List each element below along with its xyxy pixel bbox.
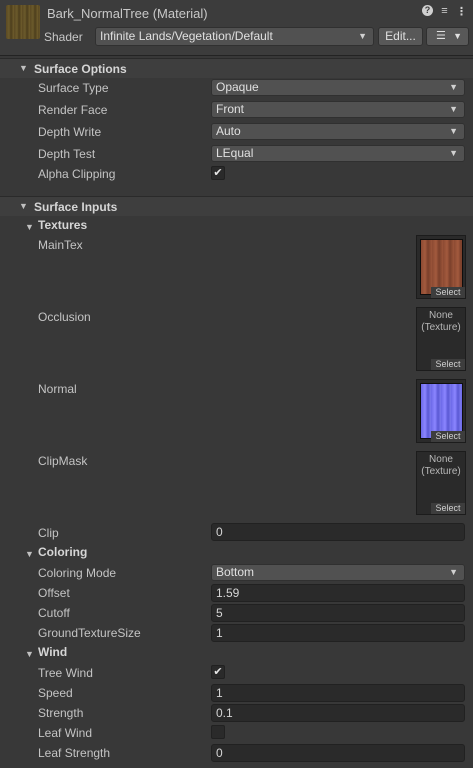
select-texture-button[interactable]: Select <box>431 431 465 442</box>
speed-label: Speed <box>38 686 73 700</box>
clip-field[interactable]: 0 <box>211 523 465 541</box>
cutoff-field[interactable]: 5 <box>211 604 465 622</box>
normal-label: Normal <box>38 382 77 396</box>
section-title: Surface Inputs <box>34 200 118 214</box>
none-text: None <box>429 454 453 465</box>
render-face-label: Render Face <box>38 103 108 117</box>
settings-icon[interactable]: ≡ <box>439 5 450 18</box>
surface-type-label: Surface Type <box>38 81 109 95</box>
select-texture-button[interactable]: Select <box>431 503 465 514</box>
foldout-triangle-icon: ▼ <box>25 649 34 659</box>
ground-texture-size-field[interactable]: 1 <box>211 624 465 642</box>
chevron-down-icon: ▼ <box>453 31 462 41</box>
leaf-strength-field[interactable]: 0 <box>211 744 465 762</box>
normal-slot[interactable]: Select <box>416 379 466 443</box>
depth-test-label: Depth Test <box>38 147 96 161</box>
depth-test-dropdown[interactable]: LEqual ▼ <box>211 145 465 162</box>
occlusion-label: Occlusion <box>38 310 91 324</box>
texture-type-text: (Texture) <box>421 322 461 333</box>
chevron-down-icon: ▼ <box>449 567 458 577</box>
clipmask-label: ClipMask <box>38 454 88 468</box>
offset-label: Offset <box>38 586 70 600</box>
alpha-clipping-label: Alpha Clipping <box>38 167 116 181</box>
ground-texture-size-label: GroundTextureSize <box>38 626 141 640</box>
foldout-triangle-icon: ▼ <box>25 222 34 232</box>
material-preview-icon <box>6 5 40 39</box>
chevron-down-icon: ▼ <box>449 82 458 92</box>
depth-test-value: LEqual <box>216 146 254 160</box>
coloring-mode-dropdown[interactable]: Bottom ▼ <box>211 564 465 581</box>
chevron-down-icon: ▼ <box>449 126 458 136</box>
foldout-triangle-icon: ▼ <box>25 549 34 559</box>
strength-field[interactable]: 0.1 <box>211 704 465 722</box>
strength-label: Strength <box>38 706 84 720</box>
subsection-title: Textures <box>38 218 88 232</box>
depth-write-value: Auto <box>216 124 241 138</box>
shader-label: Shader <box>44 30 83 44</box>
shader-value: Infinite Lands/Vegetation/Default <box>100 29 273 43</box>
material-header: Bark_NormalTree (Material) ? ≡ ⋮ Shader … <box>0 0 473 56</box>
speed-field[interactable]: 1 <box>211 684 465 702</box>
clip-label: Clip <box>38 526 59 540</box>
chevron-down-icon: ▼ <box>358 31 367 41</box>
render-face-value: Front <box>216 102 245 116</box>
alpha-clipping-checkbox[interactable]: ✔ <box>211 166 225 180</box>
depth-write-label: Depth Write <box>38 125 102 139</box>
cutoff-label: Cutoff <box>38 606 70 620</box>
leaf-strength-label: Leaf Strength <box>38 746 111 760</box>
leaf-wind-label: Leaf Wind <box>38 726 93 740</box>
chevron-down-icon: ▼ <box>449 104 458 114</box>
shader-menu-button[interactable]: ☰ ▼ <box>426 27 469 46</box>
tree-wind-checkbox[interactable]: ✔ <box>211 665 225 679</box>
render-face-dropdown[interactable]: Front ▼ <box>211 101 465 118</box>
edit-shader-button[interactable]: Edit... <box>378 27 423 46</box>
section-surface-options[interactable]: ▼ Surface Options <box>0 58 473 78</box>
material-title: Bark_NormalTree (Material) <box>47 6 208 21</box>
depth-write-dropdown[interactable]: Auto ▼ <box>211 123 465 140</box>
surface-type-value: Opaque <box>216 80 259 94</box>
foldout-triangle-icon: ▼ <box>19 201 28 211</box>
coloring-mode-label: Coloring Mode <box>38 566 117 580</box>
foldout-triangle-icon: ▼ <box>19 63 28 73</box>
subsection-title: Wind <box>38 645 68 659</box>
section-surface-inputs[interactable]: ▼ Surface Inputs <box>0 196 473 216</box>
header-icons: ? ≡ ⋮ <box>422 5 467 18</box>
list-icon: ☰ <box>436 30 446 42</box>
surface-type-dropdown[interactable]: Opaque ▼ <box>211 79 465 96</box>
maintex-label: MainTex <box>38 238 83 252</box>
shader-dropdown[interactable]: Infinite Lands/Vegetation/Default ▼ <box>95 27 374 46</box>
more-options-icon[interactable]: ⋮ <box>456 5 467 18</box>
subsection-title: Coloring <box>38 545 88 559</box>
select-texture-button[interactable]: Select <box>431 287 465 298</box>
empty-texture-text: None (Texture) <box>417 310 465 334</box>
texture-type-text: (Texture) <box>421 466 461 477</box>
chevron-down-icon: ▼ <box>449 148 458 158</box>
clipmask-slot[interactable]: None (Texture) Select <box>416 451 466 515</box>
section-title: Surface Options <box>34 62 127 76</box>
none-text: None <box>429 310 453 321</box>
offset-field[interactable]: 1.59 <box>211 584 465 602</box>
coloring-mode-value: Bottom <box>216 565 255 579</box>
select-texture-button[interactable]: Select <box>431 359 465 370</box>
maintex-slot[interactable]: Select <box>416 235 466 299</box>
occlusion-slot[interactable]: None (Texture) Select <box>416 307 466 371</box>
tree-wind-label: Tree Wind <box>38 666 93 680</box>
empty-texture-text: None (Texture) <box>417 454 465 478</box>
leaf-wind-checkbox[interactable] <box>211 725 225 739</box>
help-icon[interactable]: ? <box>422 5 433 16</box>
